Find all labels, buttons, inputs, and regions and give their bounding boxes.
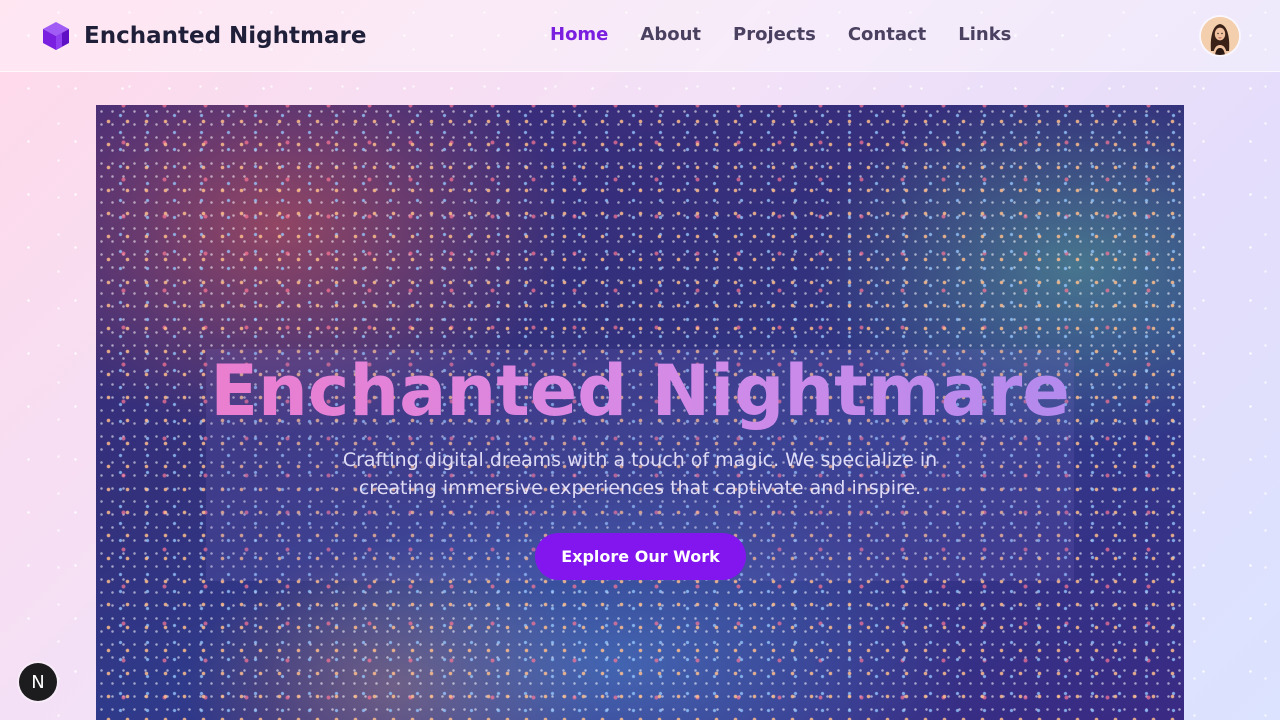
nav-home[interactable]: Home	[550, 24, 608, 45]
avatar-portrait-icon	[1201, 17, 1239, 55]
brand[interactable]: Enchanted Nightmare	[40, 18, 366, 54]
top-navbar: Enchanted Nightmare Home About Projects …	[0, 0, 1280, 72]
nav-links[interactable]: Links	[958, 24, 1011, 45]
nav-about[interactable]: About	[640, 24, 701, 45]
user-avatar[interactable]	[1201, 17, 1239, 55]
nav-contact[interactable]: Contact	[848, 24, 926, 45]
nextjs-icon[interactable]: N	[19, 663, 57, 701]
hero-banner: Enchanted Nightmare Crafting digital dre…	[96, 105, 1184, 720]
explore-work-button[interactable]: Explore Our Work	[535, 533, 746, 580]
brand-name: Enchanted Nightmare	[84, 23, 367, 49]
main-nav: Home About Projects Contact Links	[550, 24, 1043, 45]
cube-icon	[43, 22, 69, 50]
nav-projects[interactable]: Projects	[733, 24, 816, 45]
hero-subtitle: Crafting digital dreams with a touch of …	[342, 449, 938, 499]
hero-title: Enchanted Nightmare	[96, 351, 1184, 431]
